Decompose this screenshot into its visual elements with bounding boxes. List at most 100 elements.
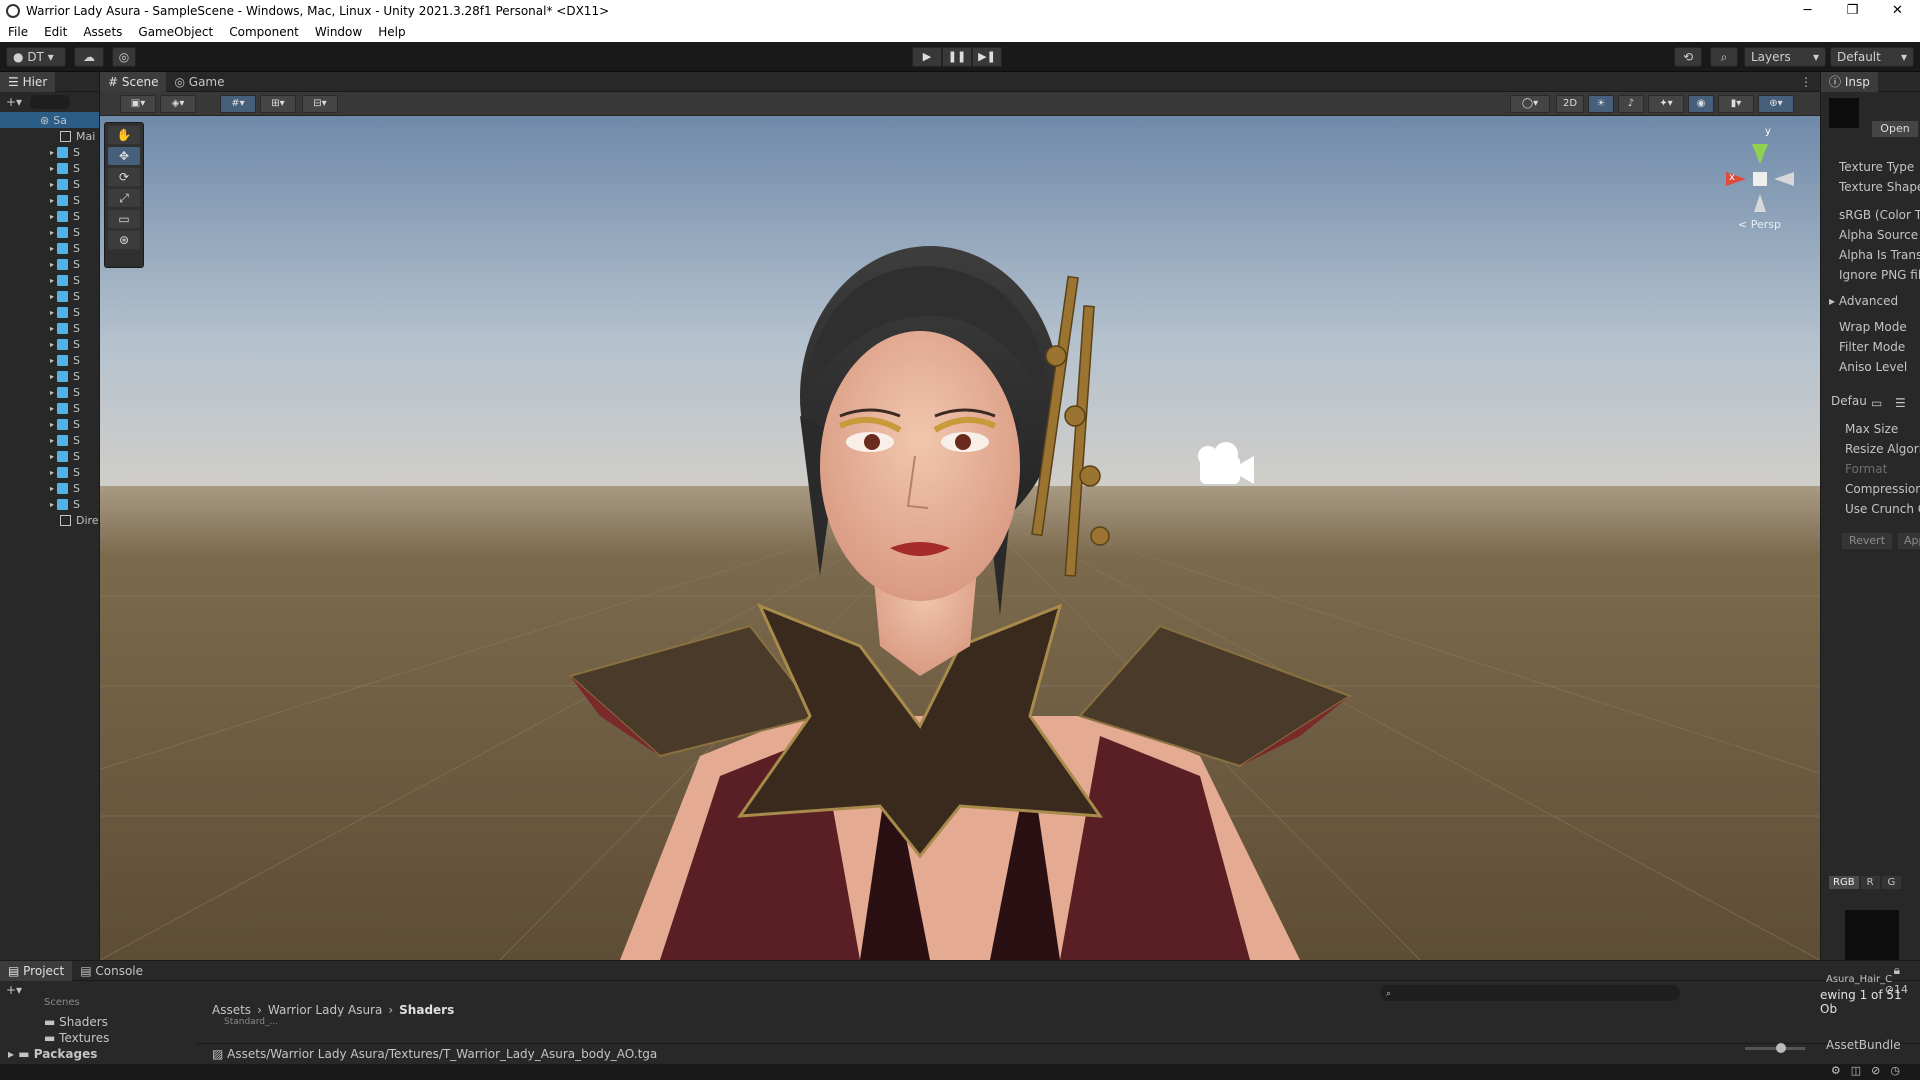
play-button[interactable]: ▶ xyxy=(912,47,942,67)
channel-g-button[interactable]: G xyxy=(1881,876,1902,889)
account-dropdown[interactable]: ● DT ▾ xyxy=(6,47,66,67)
tab-scene[interactable]: # Scene xyxy=(100,71,167,92)
tab-console[interactable]: ▤ Console xyxy=(72,961,151,981)
move-tool-button[interactable]: ✥ xyxy=(108,147,140,165)
layout-dropdown[interactable]: Default ▾ xyxy=(1830,47,1914,67)
project-search-input[interactable]: ⌕ xyxy=(1380,985,1680,1001)
tab-inspector[interactable]: ⓘ Insp xyxy=(1821,72,1878,92)
tree-item-textures[interactable]: ▬ Textures xyxy=(44,1031,109,1045)
menu-gameobject[interactable]: GameObject xyxy=(130,25,221,39)
list-item[interactable]: ▸ S xyxy=(0,384,99,400)
breadcrumb-warrior-lady-asura[interactable]: Warrior Lady Asura xyxy=(268,1003,382,1017)
mode-2d-toggle[interactable]: 2D xyxy=(1556,95,1584,113)
tab-game[interactable]: ◎ Game xyxy=(166,72,232,92)
list-item[interactable]: ▸ S xyxy=(0,368,99,384)
list-item[interactable]: ▸ S xyxy=(0,432,99,448)
camera-dropdown[interactable]: ▮▾ xyxy=(1718,95,1754,113)
list-item[interactable]: ▸ S xyxy=(0,176,99,192)
step-button[interactable]: ▶❚ xyxy=(972,47,1002,67)
asset-item[interactable]: Standard_... xyxy=(224,1017,278,1027)
menu-window[interactable]: Window xyxy=(307,25,370,39)
advanced-foldout[interactable]: ▸ Advanced xyxy=(1829,294,1898,308)
audio-toggle[interactable]: ♪ xyxy=(1618,95,1644,113)
zoom-slider[interactable] xyxy=(1745,1047,1805,1050)
list-item[interactable]: Mai xyxy=(0,128,99,144)
gizmos-dropdown[interactable]: ⊕▾ xyxy=(1758,95,1794,113)
zoom-slider-handle[interactable] xyxy=(1776,1043,1786,1053)
maximize-button[interactable]: ❐ xyxy=(1830,0,1875,22)
list-item[interactable]: ▸ S xyxy=(0,400,99,416)
tab-hierarchy[interactable]: ☰ Hier xyxy=(0,72,56,92)
list-item[interactable]: ▸ S xyxy=(0,352,99,368)
status-icons[interactable]: ⚙◫⊘◷ xyxy=(1831,1064,1910,1077)
lock-icon[interactable]: 🔒︎ xyxy=(1894,963,1900,978)
channel-r-button[interactable]: R xyxy=(1860,876,1880,889)
history-button[interactable]: ⟲ xyxy=(1674,47,1702,67)
rotate-tool-button[interactable]: ⟳ xyxy=(108,168,140,186)
list-item[interactable]: ▸ S xyxy=(0,304,99,320)
layers-dropdown[interactable]: Layers ▾ xyxy=(1744,47,1826,67)
tree-item-shaders[interactable]: ▬ Shaders xyxy=(44,1015,108,1029)
menu-help[interactable]: Help xyxy=(370,25,413,39)
list-item[interactable]: ▸ S xyxy=(0,256,99,272)
apply-button[interactable]: App xyxy=(1897,532,1920,550)
list-item[interactable]: ▸ S xyxy=(0,480,99,496)
increment-snap-dropdown[interactable]: ⊟▾ xyxy=(302,95,338,113)
effects-dropdown[interactable]: ✦▾ xyxy=(1648,95,1684,113)
tree-item-packages[interactable]: ▸ ▬ Packages xyxy=(8,1047,97,1061)
draw-mode-dropdown[interactable]: ▣▾ xyxy=(120,95,156,113)
lighting-toggle[interactable]: ☀ xyxy=(1588,95,1614,113)
list-item[interactable]: ▸ S xyxy=(0,288,99,304)
persp-label[interactable]: < Persp xyxy=(1738,218,1781,231)
pause-button[interactable]: ❚❚ xyxy=(942,47,972,67)
cloud-button[interactable]: ☁ xyxy=(74,47,104,67)
project-add-icon[interactable]: +▾ xyxy=(6,983,22,997)
menu-assets[interactable]: Assets xyxy=(75,25,130,39)
visibility-toggle[interactable]: ◉ xyxy=(1688,95,1714,113)
list-item[interactable]: ▸ S xyxy=(0,208,99,224)
list-item[interactable]: ▸ S xyxy=(0,416,99,432)
platform-list-icon[interactable]: ☰ xyxy=(1895,396,1906,410)
snap-settings-dropdown[interactable]: ⊞▾ xyxy=(260,95,296,113)
search-button[interactable]: ⌕ xyxy=(1710,47,1738,67)
list-item[interactable]: ▸ S xyxy=(0,496,99,512)
minimize-button[interactable]: ─ xyxy=(1785,0,1830,22)
menu-edit[interactable]: Edit xyxy=(36,25,75,39)
list-item[interactable]: ▸ S xyxy=(0,272,99,288)
list-item[interactable]: ▸ S xyxy=(0,464,99,480)
hierarchy-search-input[interactable] xyxy=(30,95,71,109)
add-icon[interactable]: +▾ xyxy=(6,95,22,109)
shading-dropdown[interactable]: ◈▾ xyxy=(160,95,196,113)
platform-tab-default[interactable]: Defau xyxy=(1831,394,1867,408)
asset-bundle-label[interactable]: AssetBundle xyxy=(1826,1038,1901,1052)
list-item[interactable]: ▸ S xyxy=(0,192,99,208)
render-mode-dropdown[interactable]: ◯▾ xyxy=(1510,95,1550,113)
transform-tool-button[interactable]: ⊛ xyxy=(108,231,140,249)
scene-root-row[interactable]: ⊛ Sa xyxy=(0,112,99,128)
list-item[interactable]: ▸ S xyxy=(0,224,99,240)
open-button[interactable]: Open xyxy=(1871,120,1919,138)
menu-component[interactable]: Component xyxy=(221,25,307,39)
channel-rgb-button[interactable]: RGB xyxy=(1829,876,1859,889)
list-item[interactable]: Dire xyxy=(0,512,99,528)
list-item[interactable]: ▸ S xyxy=(0,320,99,336)
list-item[interactable]: ▸ S xyxy=(0,160,99,176)
hand-tool-button[interactable]: ✋ xyxy=(108,126,140,144)
scene-viewport[interactable]: y x < Persp ✋ ✥ ⟳ ⤢ ▭ ⊛ xyxy=(100,116,1820,960)
collab-button[interactable]: ◎ xyxy=(112,47,136,67)
breadcrumb-assets[interactable]: Assets xyxy=(212,1003,251,1017)
list-item[interactable]: ▸ S xyxy=(0,240,99,256)
revert-button[interactable]: Revert xyxy=(1841,532,1893,550)
menu-file[interactable]: File xyxy=(0,25,36,39)
list-item[interactable]: ▸ S xyxy=(0,448,99,464)
list-item[interactable]: ▸ S xyxy=(0,336,99,352)
rect-tool-button[interactable]: ▭ xyxy=(108,210,140,228)
more-icon[interactable]: ⋮ xyxy=(1800,75,1812,89)
tab-project[interactable]: ▤ Project xyxy=(0,960,73,981)
tree-item-scenes[interactable]: Scenes xyxy=(44,997,80,1008)
scale-tool-button[interactable]: ⤢ xyxy=(108,189,140,207)
monitor-icon[interactable]: ▭ xyxy=(1871,396,1882,410)
grid-snap-toggle[interactable]: #▾ xyxy=(220,95,256,113)
breadcrumb-shaders[interactable]: Shaders xyxy=(399,1003,454,1017)
close-button[interactable]: ✕ xyxy=(1875,0,1920,22)
